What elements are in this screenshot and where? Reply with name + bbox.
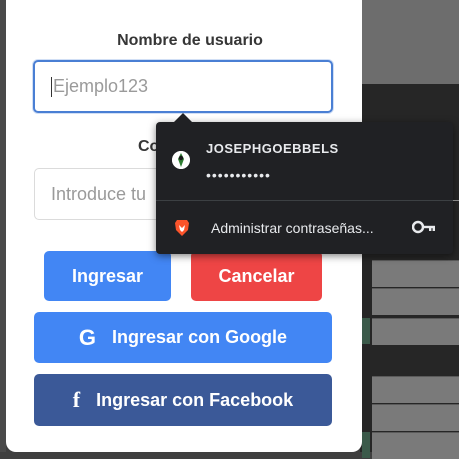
manage-passwords-link[interactable]: Administrar contraseñas... <box>211 220 374 236</box>
background-row <box>372 288 459 315</box>
google-login-button[interactable]: G Ingresar con Google <box>34 312 332 363</box>
username-label: Nombre de usuario <box>117 32 263 49</box>
background-row <box>372 260 459 287</box>
cancel-button-label: Cancelar <box>218 265 295 286</box>
password-manager-popup: JOSEPHGOEBBELS ••••••••••• Administrar c… <box>156 113 459 254</box>
background-row <box>372 376 459 403</box>
text-caret <box>51 76 52 97</box>
site-avatar-icon <box>172 151 190 169</box>
login-button-label: Ingresar <box>71 265 144 286</box>
facebook-icon: f <box>72 387 81 412</box>
google-icon: G <box>78 324 97 350</box>
google-button-label: Ingresar con Google <box>112 327 288 347</box>
background-row <box>372 404 459 431</box>
facebook-login-button[interactable]: f Ingresar con Facebook <box>34 374 332 426</box>
brave-lion-icon <box>175 220 189 236</box>
username-input[interactable]: Ejemplo123 <box>33 60 333 113</box>
popup-edge-line <box>453 200 459 201</box>
background-row <box>372 318 459 345</box>
saved-username[interactable]: JOSEPHGOEBBELS <box>206 141 339 156</box>
background-row-marker <box>362 318 370 344</box>
password-placeholder: Introduce tu <box>51 183 147 204</box>
background-header <box>360 0 459 84</box>
login-button[interactable]: Ingresar <box>44 251 171 301</box>
key-icon[interactable] <box>412 220 436 234</box>
facebook-button-label: Ingresar con Facebook <box>96 389 294 410</box>
username-placeholder: Ejemplo123 <box>53 76 149 96</box>
background-row-marker <box>362 432 370 458</box>
saved-password-mask[interactable]: ••••••••••• <box>206 167 271 183</box>
cancel-button[interactable]: Cancelar <box>191 251 322 301</box>
background-row <box>372 432 459 459</box>
popup-divider <box>156 200 453 201</box>
popup-arrow <box>174 113 192 122</box>
